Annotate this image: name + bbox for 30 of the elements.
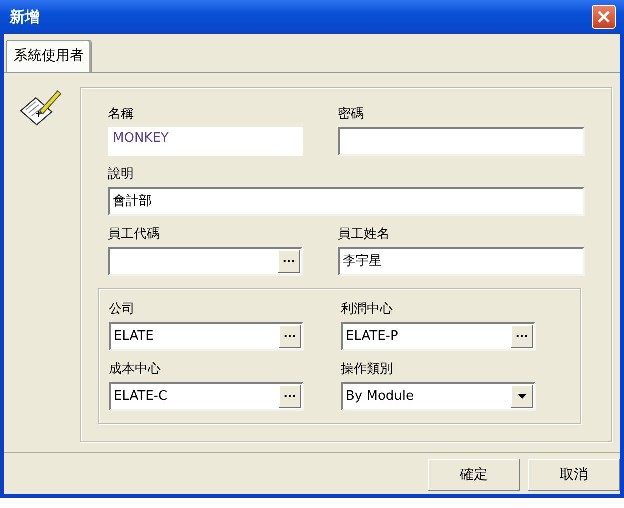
field-label: 名稱 xyxy=(108,106,135,124)
browse-button[interactable]: ··· xyxy=(278,250,300,273)
input-field[interactable]: 會計部 xyxy=(108,187,585,216)
input-field[interactable]: ··· xyxy=(108,247,303,276)
field-label: 說明 xyxy=(108,166,135,184)
input-field[interactable]: MONKEY xyxy=(108,127,303,156)
dialog-button[interactable]: 確定 xyxy=(428,459,520,491)
field-label: 員工姓名 xyxy=(338,226,391,244)
field-label: 操作類別 xyxy=(341,361,394,379)
field-label: 員工代碼 xyxy=(108,226,161,244)
input-field[interactable]: ELATE-P ··· xyxy=(341,322,536,351)
dropdown-button[interactable] xyxy=(511,385,533,408)
field-label: 成本中心 xyxy=(109,361,162,379)
close-icon xyxy=(597,10,611,24)
field-label: 利潤中心 xyxy=(341,301,394,319)
field-label: 公司 xyxy=(109,301,136,319)
input-field[interactable]: ELATE-C ··· xyxy=(109,382,304,411)
browse-button[interactable]: ··· xyxy=(279,385,301,408)
close-button[interactable] xyxy=(592,5,616,29)
input-field[interactable]: ELATE ··· xyxy=(109,322,304,351)
browse-button[interactable]: ··· xyxy=(279,325,301,348)
field-label: 密碼 xyxy=(338,106,365,124)
tab[interactable]: 系統使用者 xyxy=(6,40,92,72)
input-field[interactable]: 李宇星 xyxy=(338,247,585,276)
window-title: 新增 xyxy=(10,6,40,28)
browse-button[interactable]: ··· xyxy=(511,325,533,348)
input-field[interactable] xyxy=(338,127,585,156)
dropdown[interactable]: By Module xyxy=(341,382,536,411)
caret-icon xyxy=(518,394,526,399)
dialog-button[interactable]: 取消 xyxy=(528,459,620,491)
